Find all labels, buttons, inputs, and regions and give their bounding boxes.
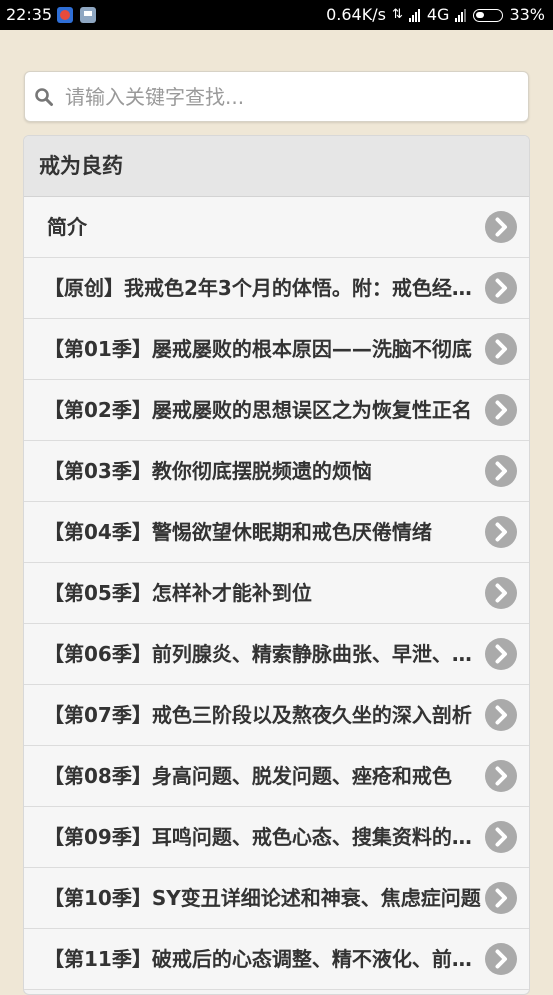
list-items: 简介【原创】我戒色2年3个月的体悟。附：戒色经验与知识分享【第01季】屡戒屡败的… [24, 197, 529, 990]
chevron-right-icon [485, 272, 517, 304]
chevron-right-icon [485, 821, 517, 853]
network-type: 4G [426, 5, 450, 24]
list-title: 戒为良药 [24, 136, 529, 197]
list-item-label: 【原创】我戒色2年3个月的体悟。附：戒色经验与知识分享 [44, 276, 484, 300]
list-item-label: 【第11季】破戒后的心态调整、精不液化、前列腺 [44, 947, 484, 971]
chevron-right-icon [485, 455, 517, 487]
list-item[interactable]: 【第05季】怎样补才能补到位 [24, 563, 529, 624]
search-bar[interactable] [24, 71, 529, 122]
list-item-label: 【第06季】前列腺炎、精索静脉曲张、早泄、阳痿 [44, 642, 484, 666]
chevron-right-icon [485, 394, 517, 426]
list-item[interactable]: 【第01季】屡戒屡败的根本原因——洗脑不彻底 [24, 319, 529, 380]
list-item-label: 【第05季】怎样补才能补到位 [44, 581, 312, 605]
list-item-label: 【第02季】屡戒屡败的思想误区之为恢复性正名 [44, 398, 472, 422]
list-item[interactable]: 【第09季】耳鸣问题、戒色心态、搜集资料的方法 [24, 807, 529, 868]
data-transfer-icon: ⇅ [391, 7, 403, 22]
notification-app-icon [57, 7, 73, 23]
search-icon [35, 88, 53, 106]
list-item-label: 【第04季】警惕欲望休眠期和戒色厌倦情绪 [44, 520, 432, 544]
list-item[interactable]: 【第11季】破戒后的心态调整、精不液化、前列腺 [24, 929, 529, 990]
status-time: 22:35 [6, 5, 53, 24]
search-input[interactable] [65, 72, 520, 121]
list-item-label: 【第07季】戒色三阶段以及熬夜久坐的深入剖析 [44, 703, 472, 727]
list-item[interactable]: 【第07季】戒色三阶段以及熬夜久坐的深入剖析 [24, 685, 529, 746]
list-item-label: 【第03季】教你彻底摆脱频遗的烦恼 [44, 459, 372, 483]
list-item-label: 【第08季】身高问题、脱发问题、痤疮和戒色 [44, 764, 452, 788]
notification-calculator-icon [80, 7, 96, 23]
status-right-group: 0.64K/s ⇅ 4G 33% [320, 0, 545, 30]
chevron-right-icon [485, 516, 517, 548]
chevron-right-icon [485, 882, 517, 914]
battery-icon [473, 8, 504, 22]
list-item[interactable]: 简介 [24, 197, 529, 258]
list-item[interactable]: 【第04季】警惕欲望休眠期和戒色厌倦情绪 [24, 502, 529, 563]
list-item[interactable]: 【第02季】屡戒屡败的思想误区之为恢复性正名 [24, 380, 529, 441]
list-item[interactable]: 【第06季】前列腺炎、精索静脉曲张、早泄、阳痿 [24, 624, 529, 685]
chevron-right-icon [485, 699, 517, 731]
network-speed: 0.64K/s [326, 5, 386, 24]
article-list: 戒为良药 简介【原创】我戒色2年3个月的体悟。附：戒色经验与知识分享【第01季】… [23, 135, 530, 995]
list-item-label: 简介 [47, 215, 87, 239]
list-item[interactable]: 【原创】我戒色2年3个月的体悟。附：戒色经验与知识分享 [24, 258, 529, 319]
list-item[interactable]: 【第08季】身高问题、脱发问题、痤疮和戒色 [24, 746, 529, 807]
list-item[interactable]: 【第10季】SY变丑详细论述和神衰、焦虑症问题 [24, 868, 529, 929]
chevron-right-icon [485, 943, 517, 975]
list-item[interactable]: 【第03季】教你彻底摆脱频遗的烦恼 [24, 441, 529, 502]
chevron-right-icon [485, 577, 517, 609]
list-item-label: 【第10季】SY变丑详细论述和神衰、焦虑症问题 [44, 886, 481, 910]
list-item-label: 【第01季】屡戒屡败的根本原因——洗脑不彻底 [44, 337, 472, 361]
chevron-right-icon [485, 760, 517, 792]
status-bar: 22:35 0.64K/s ⇅ 4G 33% [0, 0, 553, 30]
chevron-right-icon [485, 638, 517, 670]
cell-signal-icon [455, 8, 467, 22]
battery-percent: 33% [509, 5, 545, 24]
chevron-right-icon [485, 211, 517, 243]
wifi-signal-icon [408, 8, 421, 22]
chevron-right-icon [485, 333, 517, 365]
list-item-label: 【第09季】耳鸣问题、戒色心态、搜集资料的方法 [44, 825, 484, 849]
